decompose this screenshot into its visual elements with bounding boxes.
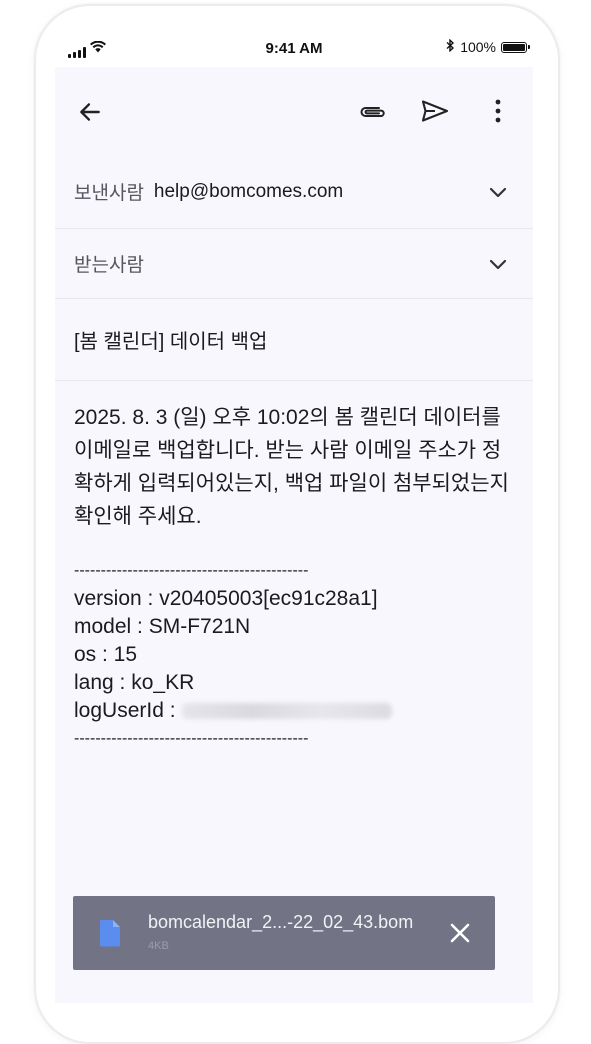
subject-row[interactable]: [봄 캘린더] 데이터 백업 <box>55 299 533 381</box>
subject-text: [봄 캘린더] 데이터 백업 <box>74 331 268 353</box>
file-icon <box>99 919 121 952</box>
battery-percent: 100% <box>460 39 496 55</box>
os-line: os : 15 <box>74 643 138 666</box>
body-message: 2025. 8. 3 (일) 오후 10:02의 봄 캘린더 데이터를 이메일로… <box>74 406 509 528</box>
attachment-size: 4KB <box>148 940 169 952</box>
lang-line: lang : ko_KR <box>74 671 195 694</box>
divider-top: ----------------------------------------… <box>74 562 309 579</box>
back-arrow-icon[interactable] <box>75 97 105 127</box>
more-vert-icon[interactable] <box>483 96 513 126</box>
battery-icon <box>501 41 530 53</box>
send-icon[interactable] <box>420 96 450 126</box>
attach-icon[interactable] <box>354 97 390 127</box>
redacted-value <box>181 703 392 720</box>
to-label: 받는사람 <box>74 255 144 276</box>
close-icon[interactable] <box>447 920 473 951</box>
log-user-id-label: logUserId : <box>74 699 176 722</box>
status-right: 100% <box>446 38 530 55</box>
from-row[interactable]: 보낸사람 help@bomcomes.com <box>55 155 533 229</box>
log-user-id-line: logUserId : <box>74 697 514 725</box>
meta-block: ----------------------------------------… <box>74 557 514 753</box>
divider-bottom: ----------------------------------------… <box>74 730 309 747</box>
chevron-down-icon[interactable] <box>489 256 507 277</box>
to-row[interactable]: 받는사람 <box>55 229 533 299</box>
model-line: model : SM-F721N <box>74 615 251 638</box>
chevron-down-icon[interactable] <box>489 184 507 205</box>
from-email: help@bomcomes.com <box>153 180 344 202</box>
toolbar <box>55 67 533 155</box>
attachment-name: bomcalendar_2...-22_02_43.bom <box>148 912 414 932</box>
battery-level <box>503 43 525 51</box>
from-label: 보낸사람 <box>74 183 144 204</box>
attachment-chip[interactable]: bomcalendar_2...-22_02_43.bom 4KB <box>73 896 495 970</box>
bluetooth-icon <box>446 38 455 55</box>
version-line: version : v20405003[ec91c28a1] <box>74 587 378 610</box>
email-screen: 보낸사람 help@bomcomes.com 받는사람 [봄 캘린더] 데이터 … <box>55 67 533 1003</box>
status-bar: 9:41 AM 100% <box>55 30 533 66</box>
